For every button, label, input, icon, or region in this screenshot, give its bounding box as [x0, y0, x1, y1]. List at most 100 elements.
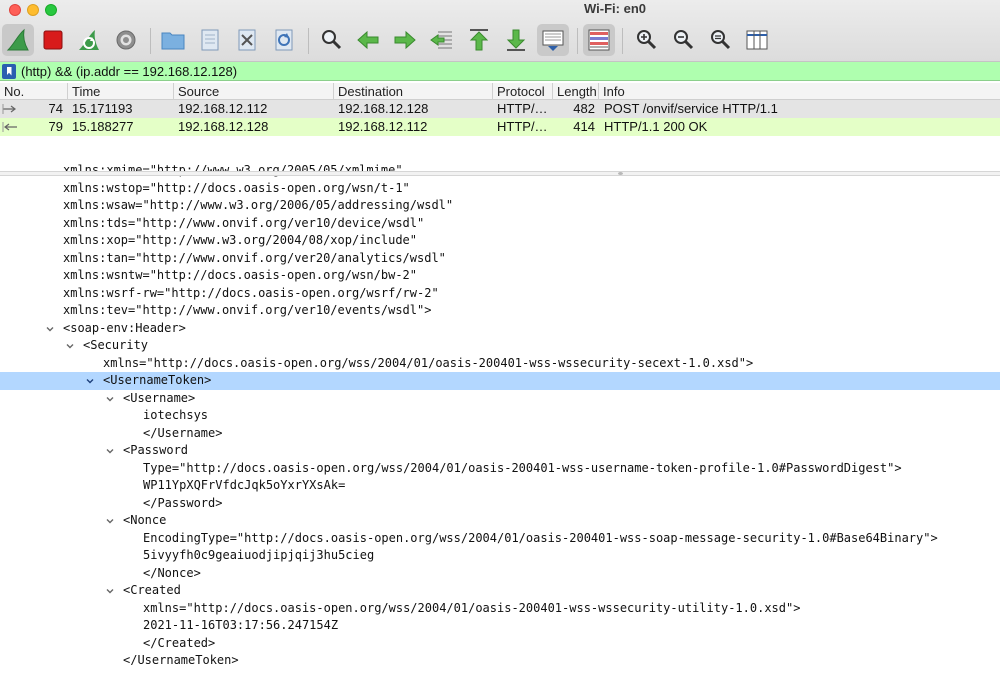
- packet-row[interactable]: 79 15.188277 192.168.12.128 192.168.12.1…: [0, 118, 1000, 136]
- toolbar-separator: [308, 28, 309, 54]
- reload-file-button[interactable]: [268, 24, 300, 56]
- filter-bookmark-icon[interactable]: [2, 63, 16, 79]
- detail-tree-row[interactable]: <soap-env:Header>: [0, 320, 1000, 338]
- pane-splitter[interactable]: [0, 171, 1000, 176]
- chevron-down-icon[interactable]: [106, 517, 114, 525]
- splitter-grip-icon: [618, 172, 623, 175]
- arrow-left-icon: [357, 30, 379, 50]
- colorize-button[interactable]: [583, 24, 615, 56]
- packet-source: 192.168.12.128: [178, 119, 269, 134]
- packet-details-pane: xmlns:xmime="http://www.w3.org/2005/05/x…: [0, 162, 1000, 665]
- detail-tree-row[interactable]: </Nonce>: [0, 565, 1000, 583]
- toolbar-separator: [150, 28, 151, 54]
- detail-tree-text: xmlns="http://docs.oasis-open.org/wss/20…: [143, 600, 801, 615]
- open-file-button[interactable]: [157, 24, 189, 56]
- autoscroll-button[interactable]: [537, 24, 569, 56]
- detail-tree-text: xmlns:wsntw="http://docs.oasis-open.org/…: [63, 268, 418, 282]
- detail-tree-text: xmlns:wstop="http://docs.oasis-open.org/…: [63, 180, 410, 195]
- stop-capture-button[interactable]: [37, 24, 69, 56]
- zoom-in-button[interactable]: [630, 24, 662, 56]
- detail-tree-row[interactable]: xmlns:wstop="http://docs.oasis-open.org/…: [0, 180, 1000, 198]
- column-header-destination[interactable]: Destination: [334, 83, 493, 100]
- detail-tree-row[interactable]: <Username>: [0, 390, 1000, 408]
- go-last-packet-button[interactable]: [500, 24, 532, 56]
- detail-tree-row[interactable]: xmlns="http://docs.oasis-open.org/wss/20…: [0, 355, 1000, 373]
- chevron-down-icon[interactable]: [66, 342, 74, 350]
- chevron-down-icon[interactable]: [106, 447, 114, 455]
- detail-tree-row[interactable]: <Password: [0, 442, 1000, 460]
- detail-tree-row[interactable]: <Security: [0, 337, 1000, 355]
- chevron-down-icon[interactable]: [106, 587, 114, 595]
- chevron-down-icon[interactable]: [106, 395, 114, 403]
- minimize-window-button[interactable]: [27, 4, 39, 16]
- zoom-normal-icon: [711, 30, 731, 50]
- packet-protocol: HTTP/…: [497, 101, 548, 116]
- detail-tree-row[interactable]: xmlns:wsaw="http://www.w3.org/2006/05/ad…: [0, 197, 1000, 215]
- detail-tree-row[interactable]: </Created>: [0, 635, 1000, 653]
- column-header-source[interactable]: Source: [174, 83, 334, 100]
- packet-destination: 192.168.12.128: [338, 101, 429, 116]
- detail-tree-row[interactable]: </Password>: [0, 495, 1000, 513]
- chevron-down-icon[interactable]: [46, 325, 54, 333]
- zoom-normal-button[interactable]: [704, 24, 736, 56]
- detail-tree-row[interactable]: xmlns:wsntw="http://docs.oasis-open.org/…: [0, 267, 1000, 285]
- detail-tree-row[interactable]: xmlns="http://docs.oasis-open.org/wss/20…: [0, 600, 1000, 618]
- column-header-protocol[interactable]: Protocol: [493, 83, 553, 100]
- column-header-time[interactable]: Time: [68, 83, 174, 100]
- capture-options-button[interactable]: [110, 24, 142, 56]
- packet-row[interactable]: 74 15.171193 192.168.12.112 192.168.12.1…: [0, 100, 1000, 118]
- packet-length: 482: [573, 101, 595, 116]
- detail-tree-row[interactable]: xmlns:tds="http://www.onvif.org/ver10/de…: [0, 215, 1000, 233]
- detail-tree-row[interactable]: <Created: [0, 582, 1000, 600]
- colorize-list-icon: [588, 29, 610, 51]
- detail-tree-row[interactable]: xmlns:tan="http://www.onvif.org/ver20/an…: [0, 250, 1000, 268]
- detail-tree-row[interactable]: <Nonce: [0, 512, 1000, 530]
- detail-tree-row[interactable]: xmlns:tev="http://www.onvif.org/ver10/ev…: [0, 302, 1000, 320]
- restart-fin-icon: [79, 30, 99, 50]
- zoom-window-button[interactable]: [45, 4, 57, 16]
- go-to-packet-button[interactable]: [426, 24, 458, 56]
- detail-tree-row[interactable]: </Username>: [0, 425, 1000, 443]
- column-header-no[interactable]: No.: [0, 83, 68, 100]
- packet-time: 15.171193: [72, 101, 133, 116]
- detail-tree-row[interactable]: 5ivyyfh0c9geaiuodjipjqij3hu5cieg: [0, 547, 1000, 565]
- detail-tree-text: </Password>: [143, 495, 223, 510]
- detail-tree-row[interactable]: Type="http://docs.oasis-open.org/wss/200…: [0, 460, 1000, 478]
- go-forward-button[interactable]: [389, 24, 421, 56]
- gear-icon: [116, 30, 136, 50]
- zoom-out-button[interactable]: [667, 24, 699, 56]
- close-file-button[interactable]: [231, 24, 263, 56]
- packet-no: 79: [48, 119, 63, 134]
- find-packet-button[interactable]: [315, 24, 347, 56]
- chevron-down-icon[interactable]: [86, 377, 94, 385]
- restart-capture-button[interactable]: [73, 24, 105, 56]
- save-file-button[interactable]: [194, 24, 226, 56]
- packet-no: 74: [48, 101, 63, 116]
- detail-tree-row[interactable]: <UsernameToken>: [0, 372, 1000, 390]
- detail-tree-row[interactable]: EncodingType="http://docs.oasis-open.org…: [0, 530, 1000, 548]
- close-window-button[interactable]: [9, 4, 21, 16]
- display-filter-input[interactable]: [21, 62, 1000, 80]
- detail-tree-row[interactable]: iotechsys: [0, 407, 1000, 425]
- detail-tree-text: 5ivyyfh0c9geaiuodjipjqij3hu5cieg: [143, 548, 375, 562]
- toolbar-separator: [577, 28, 578, 54]
- detail-tree-row[interactable]: xmlns:wsrf-rw="http://docs.oasis-open.or…: [0, 285, 1000, 303]
- arrow-down-bar-icon: [506, 29, 526, 51]
- detail-tree-text: xmlns:wsrf-rw="http://docs.oasis-open.or…: [63, 285, 439, 300]
- column-header-info[interactable]: Info: [599, 83, 1000, 100]
- detail-tree-row[interactable]: </UsernameToken>: [0, 652, 1000, 665]
- resize-columns-button[interactable]: [741, 24, 773, 56]
- go-first-packet-button[interactable]: [463, 24, 495, 56]
- column-header-length[interactable]: Length: [553, 83, 599, 100]
- detail-tree-row[interactable]: WP11YpXQFrVfdcJqk5oYxrYXsAk=: [0, 477, 1000, 495]
- resize-columns-icon: [746, 30, 768, 50]
- detail-tree-row[interactable]: xmlns:xop="http://www.w3.org/2004/08/xop…: [0, 232, 1000, 250]
- folder-icon: [161, 32, 185, 50]
- detail-tree-text: <UsernameToken>: [103, 373, 212, 387]
- go-back-button[interactable]: [352, 24, 384, 56]
- document-icon: [201, 29, 219, 51]
- detail-tree-row[interactable]: 2021-11-16T03:17:56.247154Z: [0, 617, 1000, 635]
- start-capture-button[interactable]: [2, 24, 34, 56]
- detail-tree-text: <Nonce: [123, 513, 167, 527]
- detail-tree-text: </Username>: [143, 425, 223, 440]
